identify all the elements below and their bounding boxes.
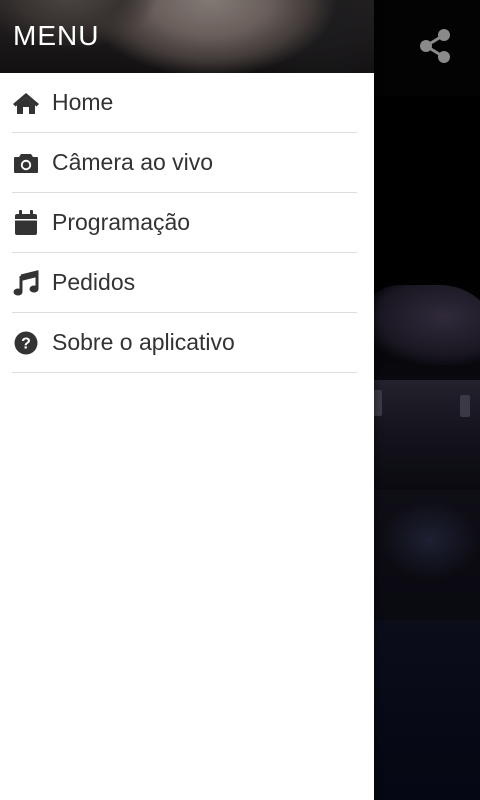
question-circle-icon: ? xyxy=(12,329,40,357)
menu-item-label: Programação xyxy=(52,209,191,235)
menu-item-label: Home xyxy=(52,89,114,115)
music-note-icon xyxy=(12,269,40,297)
menu-item-label: Câmera ao vivo xyxy=(52,149,214,175)
menu-item-label: Sobre o aplicativo xyxy=(52,329,235,355)
menu-item-requests[interactable]: Pedidos xyxy=(12,253,357,313)
share-icon xyxy=(420,29,450,63)
background-photo-knob xyxy=(460,395,470,417)
calendar-icon xyxy=(12,209,40,237)
background-photo-glow xyxy=(380,500,480,580)
drawer-header: MENU xyxy=(0,0,374,73)
menu-item-schedule[interactable]: Programação xyxy=(12,193,357,253)
share-button[interactable] xyxy=(416,26,454,66)
menu-list: Home Câmera ao vivo Programação Pedidos … xyxy=(0,73,374,373)
navigation-drawer: MENU Home Câmera ao vivo Programação Ped… xyxy=(0,0,374,800)
background-photo-shade xyxy=(374,620,480,800)
menu-item-home[interactable]: Home xyxy=(12,73,357,133)
menu-item-about-app[interactable]: ? Sobre o aplicativo xyxy=(12,313,357,373)
background-photo-hand xyxy=(360,285,480,365)
menu-item-label: Pedidos xyxy=(52,269,136,295)
home-icon xyxy=(12,89,40,117)
svg-text:?: ? xyxy=(21,335,31,352)
camera-icon xyxy=(12,149,40,177)
menu-item-live-camera[interactable]: Câmera ao vivo xyxy=(12,133,357,193)
drawer-title: MENU xyxy=(13,20,100,51)
